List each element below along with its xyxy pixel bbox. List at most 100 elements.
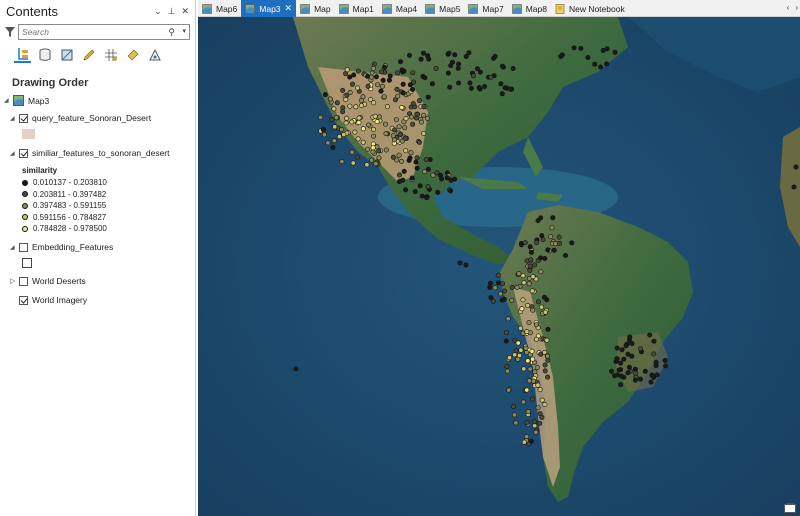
similarity-point[interactable] <box>633 370 639 376</box>
similarity-point[interactable] <box>526 281 532 287</box>
similarity-point[interactable] <box>535 382 541 388</box>
similarity-point[interactable] <box>533 429 539 435</box>
similarity-point[interactable] <box>331 106 337 112</box>
similarity-point[interactable] <box>524 349 530 355</box>
similarity-point[interactable] <box>410 87 416 93</box>
list-by-labeling-button[interactable] <box>124 46 141 63</box>
similarity-point[interactable] <box>625 351 631 357</box>
similarity-point[interactable] <box>612 49 618 55</box>
similarity-point[interactable] <box>341 132 347 138</box>
similarity-point[interactable] <box>512 337 518 343</box>
similarity-point[interactable] <box>371 133 377 139</box>
legend-item[interactable]: 0.203811 - 0.397482 <box>22 190 106 199</box>
similarity-point[interactable] <box>498 291 504 297</box>
similarity-point[interactable] <box>387 73 393 79</box>
similarity-point[interactable] <box>450 59 456 65</box>
similarity-point[interactable] <box>539 233 545 239</box>
similarity-point[interactable] <box>506 355 512 361</box>
similarity-point[interactable] <box>365 146 371 152</box>
similarity-point[interactable] <box>371 61 377 67</box>
similarity-point[interactable] <box>434 170 440 176</box>
similarity-point[interactable] <box>396 152 402 158</box>
similarity-point[interactable] <box>521 280 527 286</box>
list-by-editing-button[interactable] <box>80 46 97 63</box>
similarity-point[interactable] <box>619 347 625 353</box>
tab-map5[interactable]: Map5 <box>421 0 464 17</box>
similarity-point[interactable] <box>393 117 399 123</box>
map-notification-icon[interactable] <box>784 503 796 513</box>
similarity-point[interactable] <box>418 56 424 62</box>
similarity-point[interactable] <box>364 162 370 168</box>
similarity-point[interactable] <box>322 92 328 98</box>
similarity-point[interactable] <box>372 113 378 119</box>
similarity-point[interactable] <box>379 83 385 89</box>
similarity-point[interactable] <box>530 307 536 313</box>
similarity-point[interactable] <box>490 55 496 61</box>
similarity-point[interactable] <box>417 98 423 104</box>
similarity-point[interactable] <box>504 363 510 369</box>
similarity-point[interactable] <box>542 309 548 315</box>
similarity-point[interactable] <box>527 263 533 269</box>
similarity-point[interactable] <box>400 90 406 96</box>
similarity-point[interactable] <box>423 157 429 163</box>
similarity-point[interactable] <box>651 338 657 344</box>
map-view[interactable] <box>198 17 800 516</box>
similarity-point[interactable] <box>488 74 494 80</box>
pane-options-icon[interactable]: ⌄ <box>154 6 162 17</box>
similarity-point[interactable] <box>648 379 654 385</box>
similarity-point[interactable] <box>529 348 535 354</box>
tab-map8[interactable]: Map8 <box>508 0 551 17</box>
similarity-point[interactable] <box>332 124 338 130</box>
similarity-point[interactable] <box>618 373 624 379</box>
map-canvas[interactable] <box>198 17 800 516</box>
collapse-similar-layer-icon[interactable]: ◢ <box>10 150 16 157</box>
similarity-point[interactable] <box>395 93 401 99</box>
similarity-point[interactable] <box>375 82 381 88</box>
similarity-point[interactable] <box>463 262 469 268</box>
similarity-point[interactable] <box>532 419 538 425</box>
pin-icon[interactable]: ⊥ <box>168 6 176 17</box>
similarity-point[interactable] <box>499 91 505 97</box>
similarity-point[interactable] <box>329 117 335 123</box>
similarity-point[interactable] <box>477 69 483 75</box>
similarity-point[interactable] <box>548 234 554 240</box>
similarity-point[interactable] <box>412 189 418 195</box>
similarity-point[interactable] <box>524 329 530 335</box>
similarity-point[interactable] <box>537 255 543 261</box>
similarity-point[interactable] <box>397 172 403 178</box>
similarity-point[interactable] <box>369 157 375 163</box>
expand-map-icon[interactable]: ◢ <box>4 97 10 104</box>
similarity-point[interactable] <box>337 134 343 140</box>
similarity-point[interactable] <box>642 368 648 374</box>
similarity-point[interactable] <box>360 126 366 132</box>
similarity-point[interactable] <box>410 70 416 76</box>
similarity-point[interactable] <box>327 96 333 102</box>
similarity-point[interactable] <box>791 184 797 190</box>
similarity-point[interactable] <box>422 169 428 175</box>
similarity-point[interactable] <box>359 103 365 109</box>
similarity-point[interactable] <box>545 326 551 332</box>
similarity-point[interactable] <box>350 160 356 166</box>
similarity-point[interactable] <box>344 67 350 73</box>
search-field[interactable]: ⚲ ▾ <box>18 24 190 40</box>
similarity-point[interactable] <box>527 267 533 273</box>
similarity-point[interactable] <box>535 299 541 305</box>
collapse-query-layer-icon[interactable]: ◢ <box>10 115 16 122</box>
similarity-point[interactable] <box>541 294 547 300</box>
similarity-point[interactable] <box>374 119 380 125</box>
similarity-point[interactable] <box>527 244 533 250</box>
similarity-point[interactable] <box>339 159 345 165</box>
similarity-point[interactable] <box>425 94 431 100</box>
similarity-point[interactable] <box>552 241 558 247</box>
similarity-point[interactable] <box>542 256 548 262</box>
query-layer-visibility-checkbox[interactable] <box>19 113 28 123</box>
similarity-point[interactable] <box>424 195 430 201</box>
similarity-point[interactable] <box>422 75 428 81</box>
similarity-point[interactable] <box>356 120 362 126</box>
similarity-point[interactable] <box>524 387 530 393</box>
similarity-point[interactable] <box>403 187 409 193</box>
similarity-point[interactable] <box>585 54 591 60</box>
similarity-point[interactable] <box>392 137 398 143</box>
similarity-point[interactable] <box>330 145 336 151</box>
similarity-point[interactable] <box>505 316 511 322</box>
